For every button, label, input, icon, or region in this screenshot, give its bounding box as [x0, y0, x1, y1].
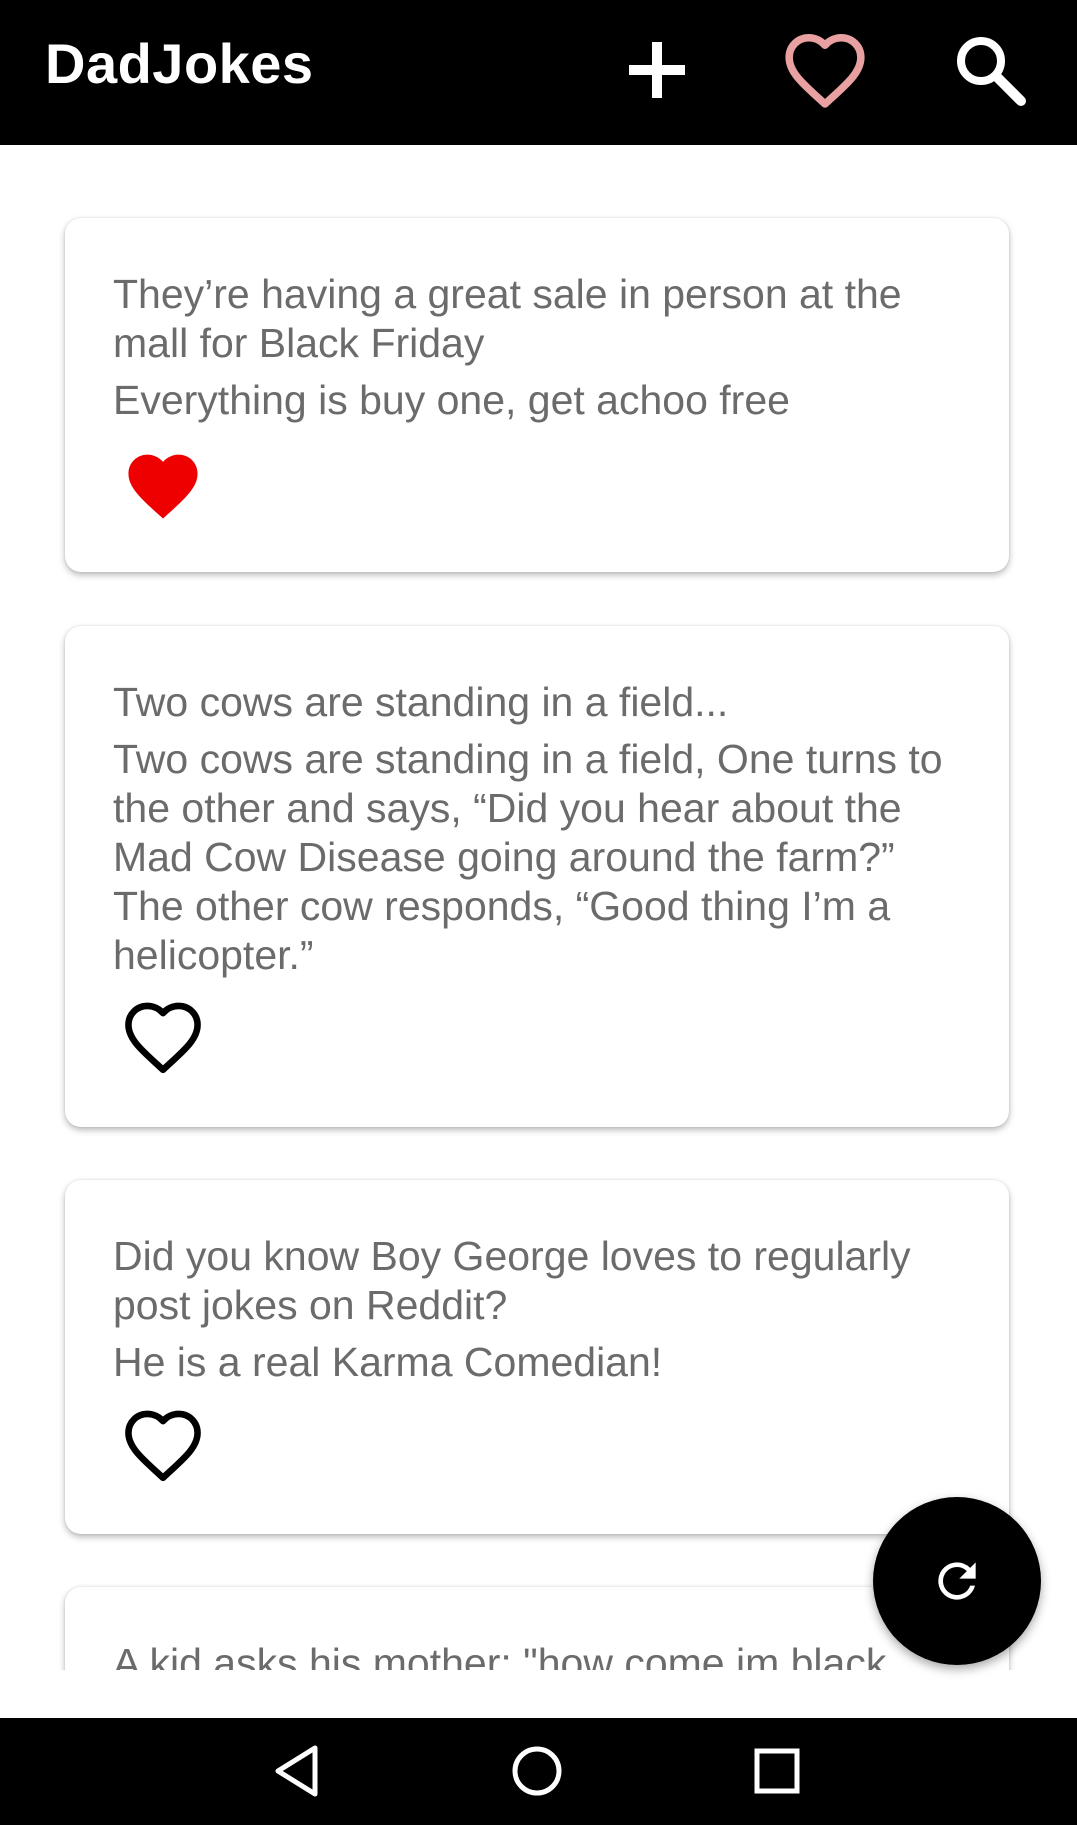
recent-apps-button[interactable]: [737, 1736, 817, 1806]
joke-card: Did you know Boy George loves to regular…: [65, 1180, 1009, 1534]
search-icon: [957, 37, 1026, 106]
joke-card: Two cows are standing in a field... Two …: [65, 626, 1009, 1127]
refresh-icon: [938, 1562, 976, 1600]
heart-outline-icon: [125, 1002, 201, 1074]
joke-list[interactable]: They’re having a great sale in person at…: [0, 145, 1077, 1670]
joke-text: They’re having a great sale in person at…: [113, 270, 961, 425]
joke-text: A kid asks his mother: "how come im blac…: [113, 1639, 961, 1670]
joke-setup: A kid asks his mother: "how come im blac…: [113, 1640, 887, 1670]
home-button[interactable]: [497, 1736, 577, 1806]
refresh-button[interactable]: [873, 1497, 1041, 1665]
joke-text: Two cows are standing in a field... Two …: [113, 678, 961, 980]
favorite-toggle-button[interactable]: [118, 1400, 208, 1490]
system-nav-bar: [0, 1718, 1077, 1825]
joke-text: Did you know Boy George loves to regular…: [113, 1232, 961, 1387]
back-icon: [275, 1745, 318, 1797]
joke-setup: Two cows are standing in a field...: [113, 679, 729, 725]
joke-setup: They’re having a great sale in person at…: [113, 271, 902, 366]
plus-icon: [629, 42, 685, 98]
heart-outline-icon: [785, 33, 865, 108]
joke-punchline: Everything is buy one, get achoo free: [113, 377, 790, 423]
heart-filled-icon: [128, 454, 198, 519]
app-title: DadJokes: [45, 32, 314, 95]
recent-apps-icon: [754, 1748, 800, 1794]
heart-outline-icon: [125, 1410, 201, 1482]
joke-setup: Did you know Boy George loves to regular…: [113, 1233, 911, 1328]
joke-punchline: Two cows are standing in a field, One tu…: [113, 736, 943, 978]
joke-card: They’re having a great sale in person at…: [65, 218, 1009, 572]
add-joke-button[interactable]: [607, 20, 707, 120]
joke-punchline: He is a real Karma Comedian!: [113, 1339, 663, 1385]
joke-card: A kid asks his mother: "how come im blac…: [65, 1587, 1009, 1670]
home-icon: [512, 1746, 562, 1796]
favorite-toggle-button[interactable]: [118, 992, 208, 1082]
favorite-toggle-button[interactable]: [118, 439, 208, 529]
favorites-button[interactable]: [775, 20, 875, 120]
app-bar: DadJokes: [0, 0, 1077, 145]
back-button[interactable]: [257, 1736, 337, 1806]
search-button[interactable]: [940, 20, 1040, 120]
